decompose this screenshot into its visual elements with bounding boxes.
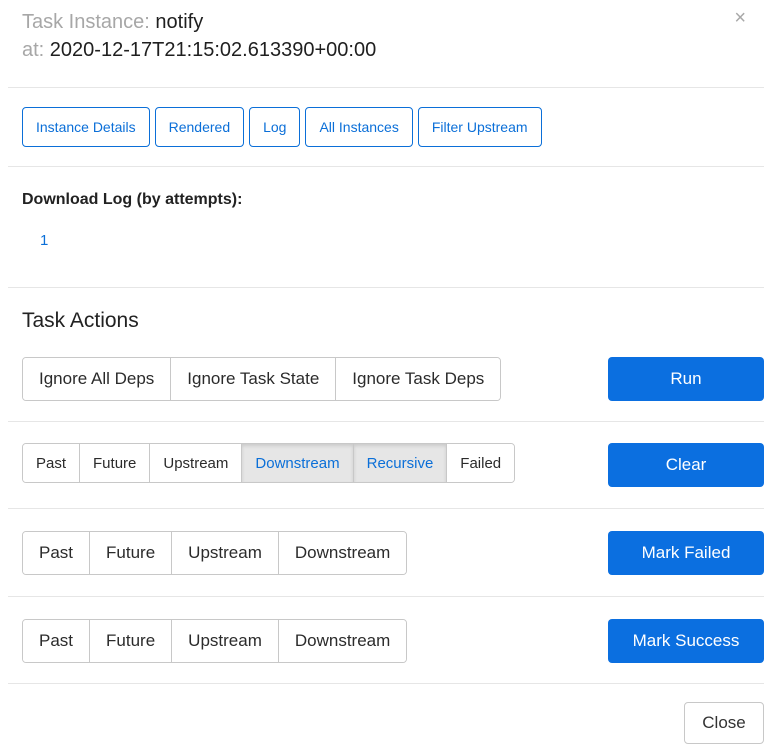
log-button[interactable]: Log [249, 107, 301, 147]
run-button[interactable]: Run [608, 357, 764, 401]
mark-failed-past-toggle[interactable]: Past [23, 532, 90, 574]
mark-success-upstream-toggle[interactable]: Upstream [171, 620, 278, 662]
task-instance-modal: Task Instance: notify at: 2020-12-17T21:… [0, 0, 764, 744]
mark-success-future-toggle[interactable]: Future [89, 620, 172, 662]
mark-success-options-group: Past Future Upstream Downstream [22, 619, 408, 663]
instance-details-button[interactable]: Instance Details [22, 107, 150, 147]
clear-upstream-toggle[interactable]: Upstream [149, 444, 242, 482]
divider [8, 421, 764, 422]
divider [8, 508, 764, 509]
at-label: at: [22, 39, 50, 61]
close-icon[interactable]: × [734, 8, 746, 28]
ignore-task-state-toggle[interactable]: Ignore Task State [170, 358, 336, 400]
mark-success-downstream-toggle[interactable]: Downstream [277, 620, 407, 662]
ignore-task-deps-toggle[interactable]: Ignore Task Deps [335, 358, 501, 400]
filter-upstream-button[interactable]: Filter Upstream [417, 107, 542, 147]
task-name: notify [155, 11, 204, 33]
task-actions-title: Task Actions [22, 309, 139, 332]
divider [8, 87, 764, 88]
clear-recursive-toggle[interactable]: Recursive [352, 444, 447, 482]
rendered-button[interactable]: Rendered [154, 107, 245, 147]
divider [8, 596, 764, 597]
download-log-label: Download Log (by attempts): [22, 191, 243, 208]
modal-title: Task Instance: notify [22, 8, 376, 36]
mark-failed-button[interactable]: Mark Failed [608, 531, 764, 575]
all-instances-button[interactable]: All Instances [305, 107, 413, 147]
ignore-all-deps-toggle[interactable]: Ignore All Deps [23, 358, 171, 400]
divider [8, 166, 764, 167]
run-options-group: Ignore All Deps Ignore Task State Ignore… [22, 357, 502, 401]
clear-downstream-toggle[interactable]: Downstream [241, 444, 353, 482]
execution-date: 2020-12-17T21:15:02.613390+00:00 [49, 39, 377, 61]
clear-past-toggle[interactable]: Past [23, 444, 80, 482]
mark-failed-upstream-toggle[interactable]: Upstream [171, 532, 278, 574]
execution-date-line: at: 2020-12-17T21:15:02.613390+00:00 [22, 36, 376, 64]
modal-header: Task Instance: notify at: 2020-12-17T21:… [22, 8, 376, 64]
mark-success-past-toggle[interactable]: Past [23, 620, 90, 662]
clear-future-toggle[interactable]: Future [79, 444, 150, 482]
mark-success-button[interactable]: Mark Success [608, 619, 764, 663]
mark-failed-downstream-toggle[interactable]: Downstream [277, 532, 407, 574]
task-nav-buttons: Instance Details Rendered Log All Instan… [22, 107, 542, 147]
clear-failed-toggle[interactable]: Failed [446, 444, 515, 482]
mark-failed-options-group: Past Future Upstream Downstream [22, 531, 408, 575]
task-instance-label: Task Instance: [22, 11, 156, 33]
divider [8, 683, 764, 684]
divider [8, 287, 764, 288]
clear-button[interactable]: Clear [608, 443, 764, 487]
mark-failed-future-toggle[interactable]: Future [89, 532, 172, 574]
clear-options-group: Past Future Upstream Downstream Recursiv… [22, 443, 516, 483]
download-log-attempt-1-link[interactable]: 1 [40, 232, 48, 249]
close-button[interactable]: Close [684, 702, 764, 744]
